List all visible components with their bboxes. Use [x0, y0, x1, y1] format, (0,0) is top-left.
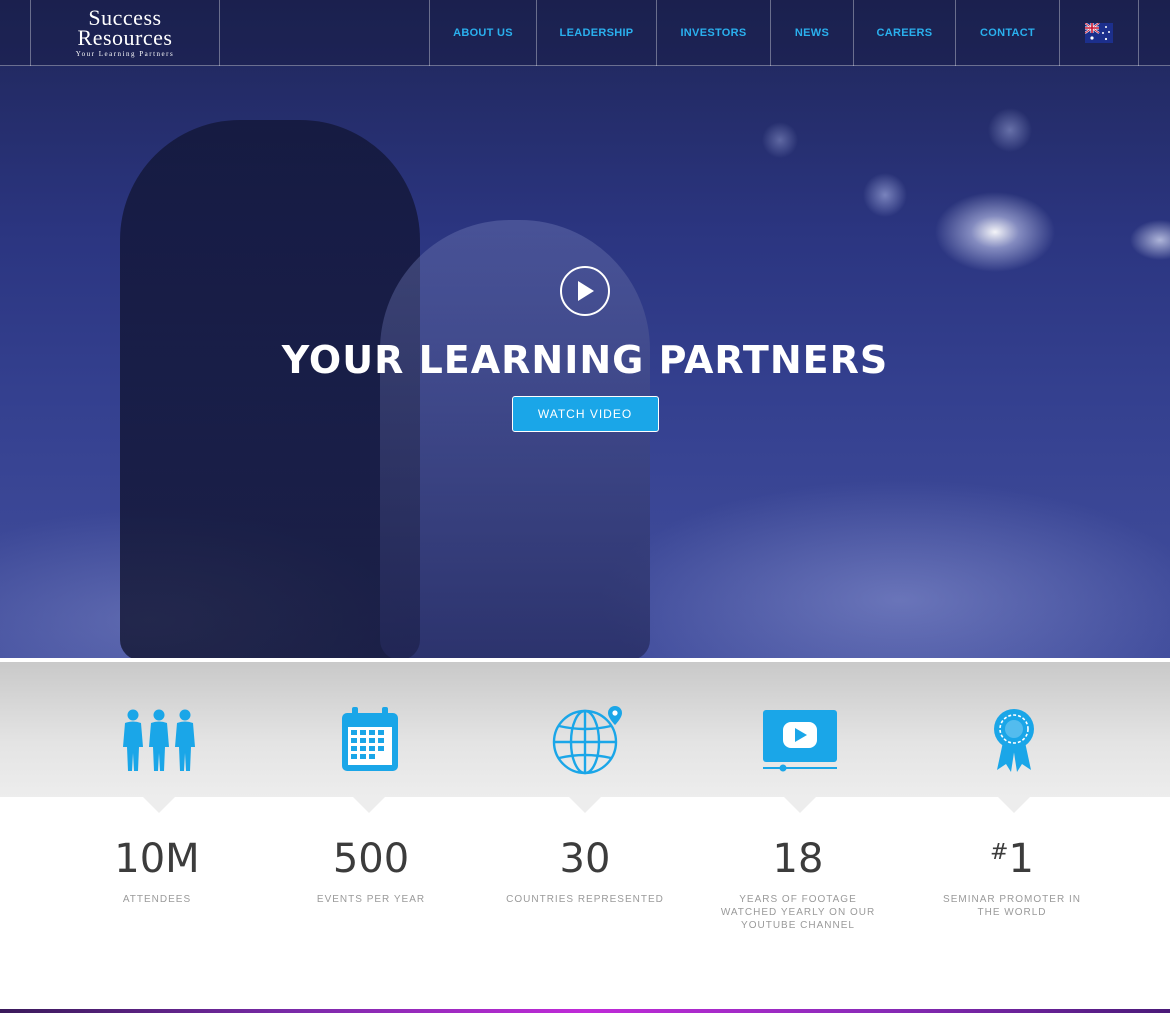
nav-item-investors[interactable]: INVESTORS: [656, 0, 770, 66]
watch-video-button[interactable]: WATCH VIDEO: [511, 396, 659, 432]
hero-section: YOUR LEARNING PARTNERS WATCH VIDEO: [0, 0, 1170, 658]
youtube-play-icon: [760, 700, 840, 780]
stat-label-countries: COUNTRIES REPRESENTED: [506, 894, 664, 905]
stat-label-attendees: ATTENDEES: [122, 894, 192, 905]
logo[interactable]: Success Resources Your Learning Partners: [30, 0, 220, 66]
award-ribbon-icon: [974, 700, 1054, 780]
nav-item-contact[interactable]: CONTACT: [955, 0, 1059, 66]
stat-value-years: 18: [772, 836, 824, 882]
language-flag-button[interactable]: [1059, 0, 1139, 66]
main-nav: ABOUT US LEADERSHIP INVESTORS NEWS CAREE…: [429, 0, 1139, 66]
calendar-icon: [330, 700, 410, 780]
stat-value-events: 500: [332, 836, 410, 882]
stat-value-attendees: 10M: [114, 836, 200, 882]
stat-value-countries: 30: [559, 836, 611, 882]
play-icon[interactable]: [560, 266, 610, 316]
stat-notch: [569, 797, 601, 813]
stat-notch: [353, 797, 385, 813]
logo-tagline: Your Learning Partners: [75, 50, 175, 58]
stat-notch: [998, 797, 1030, 813]
stat-notch: [784, 797, 816, 813]
nav-item-news[interactable]: NEWS: [770, 0, 853, 66]
nav-item-leadership[interactable]: LEADERSHIP: [536, 0, 656, 66]
hero-content: YOUR LEARNING PARTNERS WATCH VIDEO: [0, 266, 1170, 432]
stat-notch: [143, 797, 175, 813]
next-section-strip: [0, 1009, 1170, 1013]
top-navigation-bar: Success Resources Your Learning Partners…: [0, 0, 1170, 66]
nav-item-about-us[interactable]: ABOUT US: [429, 0, 536, 66]
stat-label-years: YEARS OF FOOTAGE WATCHED YEARLY ON OUR Y…: [720, 894, 876, 931]
nav-item-careers[interactable]: CAREERS: [853, 0, 955, 66]
logo-line-2: Resources: [77, 25, 173, 50]
stat-value-rank: #1: [990, 836, 1034, 882]
hero-title: YOUR LEARNING PARTNERS: [281, 338, 889, 382]
australia-flag-icon: [1085, 23, 1113, 43]
globe-pin-icon: [548, 700, 628, 780]
people-icon: [119, 700, 199, 780]
stat-label-events: EVENTS PER YEAR: [316, 894, 426, 905]
stat-label-rank: SEMINAR PROMOTER IN THE WORLD: [943, 894, 1081, 918]
